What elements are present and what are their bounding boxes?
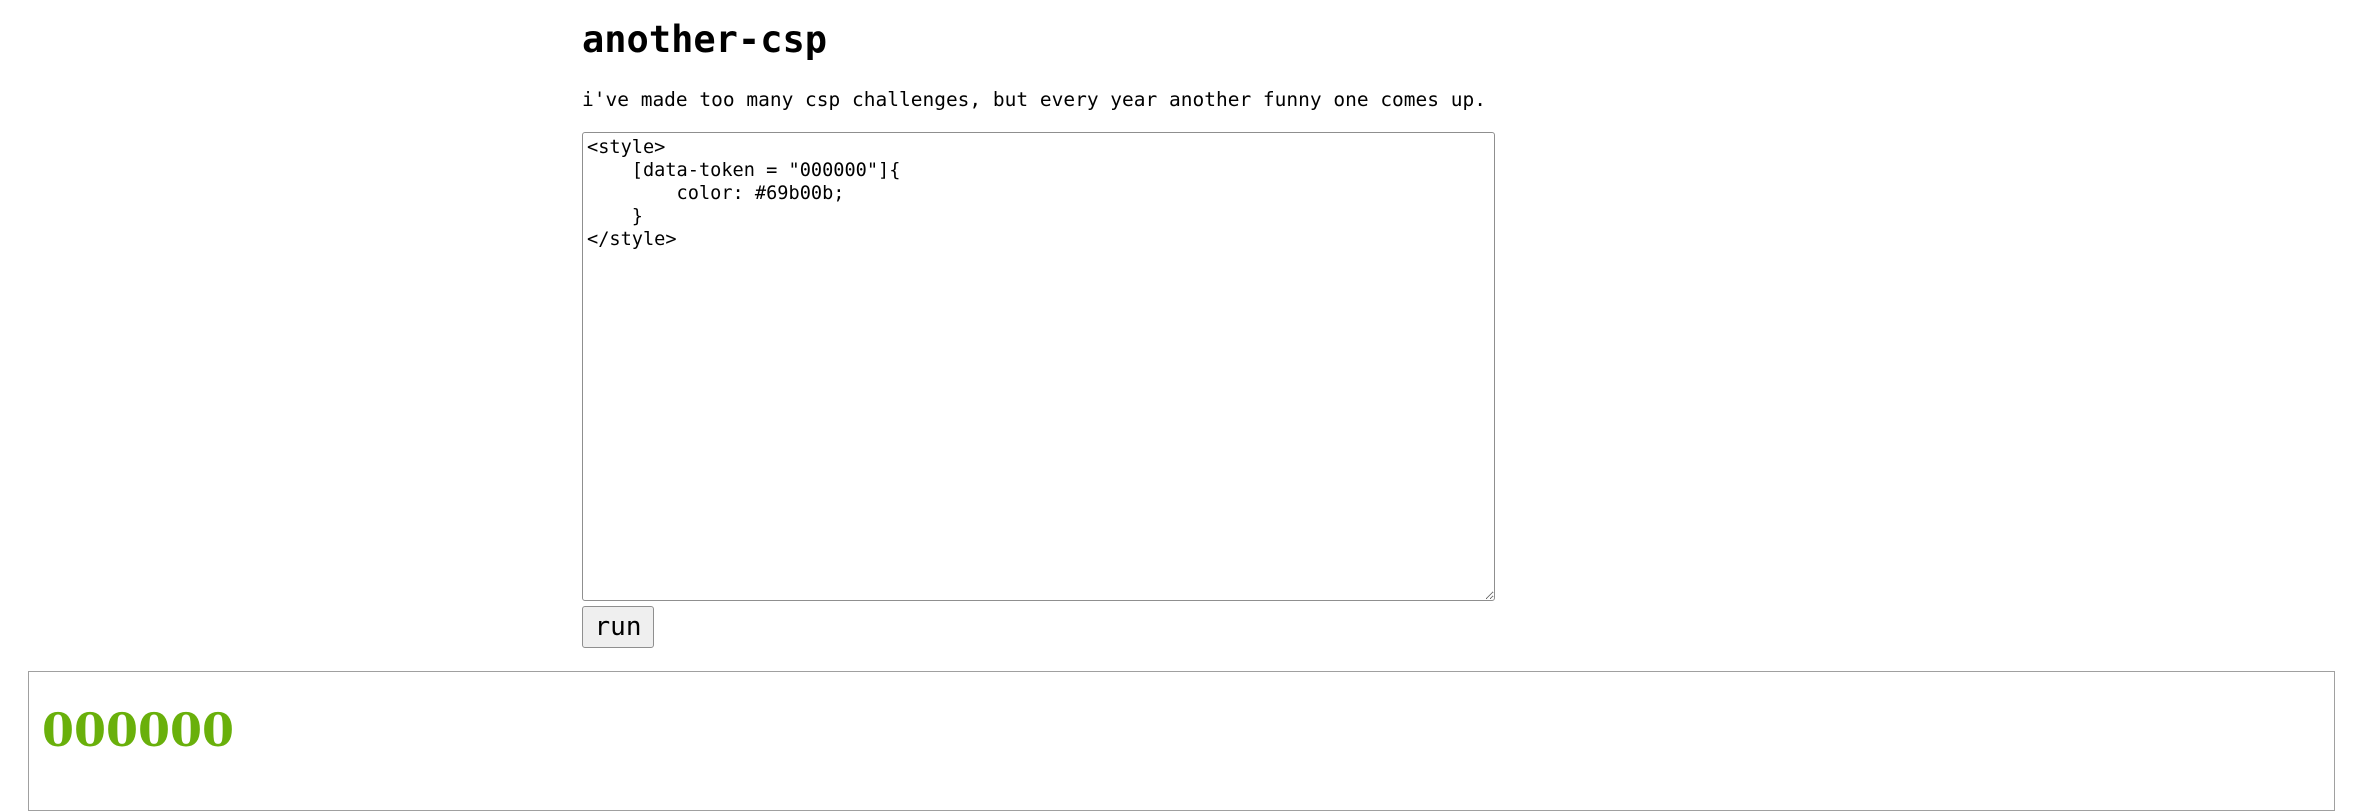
- preview-frame: 000000: [28, 671, 2335, 811]
- page-title: another-csp: [582, 18, 828, 61]
- code-editor-textarea[interactable]: [582, 132, 1495, 601]
- token-display: 000000: [42, 703, 235, 757]
- page-description: i've made too many csp challenges, but e…: [582, 88, 1486, 111]
- run-button[interactable]: run: [582, 606, 654, 648]
